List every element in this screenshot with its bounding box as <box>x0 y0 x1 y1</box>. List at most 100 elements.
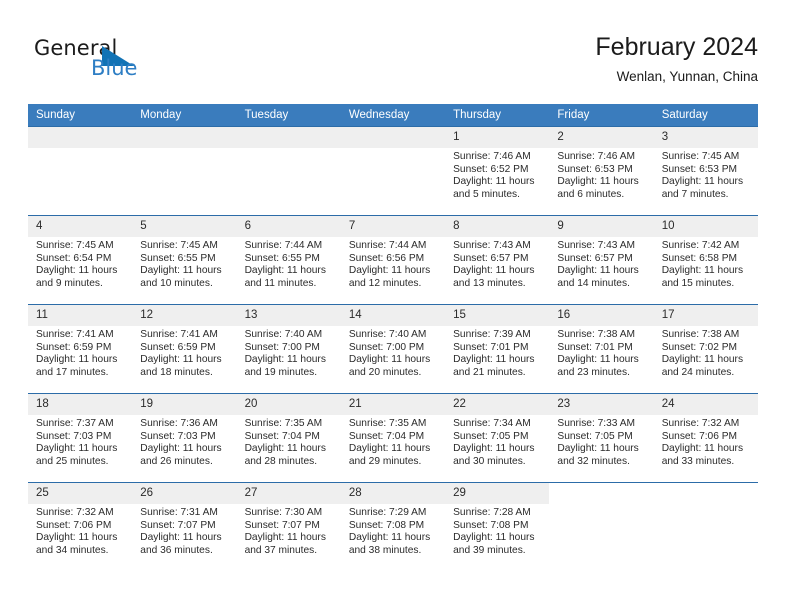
calendar-day-cell[interactable]: 5 Sunrise: 7:45 AM Sunset: 6:55 PM Daylight… <box>132 215 237 305</box>
sunrise-text: Sunrise: 7:32 AM <box>36 507 114 518</box>
brand-logo[interactable]: General Blue <box>34 36 174 86</box>
sunset-text: Sunset: 7:07 PM <box>244 519 320 531</box>
sunrise-text: Sunrise: 7:39 AM <box>453 329 531 340</box>
day-sun-info: Sunrise: 7:32 AM Sunset: 7:06 PM Daylight:… <box>28 504 132 557</box>
daylight-text: Daylight: 11 hours <box>348 354 431 366</box>
calendar-day-cell[interactable]: 26 Sunrise: 7:31 AM Sunset: 7:07 PM Dayligh… <box>132 482 237 571</box>
calendar-day-cell[interactable]: 28 Sunrise: 7:29 AM Sunset: 7:08 PM Dayligh… <box>340 482 446 571</box>
calendar-page: General Blue February 2024 Wenlan, Yunna… <box>0 0 792 612</box>
daylight-text: and 15 minutes. <box>661 277 735 289</box>
calendar-day-cell[interactable]: 2 Sunrise: 7:46 AM Sunset: 6:53 PM Daylight… <box>549 126 654 216</box>
daylight-text: and 11 minutes. <box>244 277 317 289</box>
daylight-text: Daylight: 11 hours <box>557 354 639 366</box>
sunset-text: Sunset: 7:05 PM <box>557 430 633 442</box>
sunset-text: Sunset: 7:01 PM <box>453 341 529 353</box>
calendar-day-cell[interactable]: 7 Sunrise: 7:44 AM Sunset: 6:56 PM Daylight… <box>340 215 446 305</box>
daylight-text: Daylight: 11 hours <box>661 176 744 188</box>
calendar-day-cell[interactable]: 24 Sunrise: 7:32 AM Sunset: 7:06 PM Dayligh… <box>653 393 758 483</box>
daylight-text: and 6 minutes. <box>557 188 625 200</box>
calendar-day-cell[interactable]: 4 Sunrise: 7:45 AM Sunset: 6:54 PM Daylight… <box>28 215 133 305</box>
calendar-day-cell[interactable]: 9 Sunrise: 7:43 AM Sunset: 6:57 PM Daylight… <box>549 215 654 305</box>
calendar-day-cell[interactable]: 13 Sunrise: 7:40 AM Sunset: 7:00 PM Dayligh… <box>236 304 341 394</box>
sunrise-text: Sunrise: 7:43 AM <box>453 240 531 251</box>
daylight-text: Daylight: 11 hours <box>244 354 326 366</box>
calendar-day-cell[interactable]: 22 Sunrise: 7:34 AM Sunset: 7:05 PM Dayligh… <box>445 393 550 483</box>
day-number: 26 <box>132 483 237 504</box>
sunset-text: Sunset: 6:53 PM <box>661 163 738 175</box>
day-sun-info: Sunrise: 7:42 AM Sunset: 6:58 PM Daylight:… <box>654 237 758 290</box>
calendar-day-cell[interactable]: 16 Sunrise: 7:38 AM Sunset: 7:01 PM Dayligh… <box>549 304 654 394</box>
sunrise-text: Sunrise: 7:38 AM <box>661 329 740 340</box>
sunset-text: Sunset: 7:08 PM <box>348 519 425 531</box>
daylight-text: Daylight: 11 hours <box>348 532 431 544</box>
sunrise-text: Sunrise: 7:34 AM <box>453 418 531 429</box>
daylight-text: Daylight: 11 hours <box>348 265 431 277</box>
sunset-text: Sunset: 6:59 PM <box>140 341 216 353</box>
calendar-day-cell[interactable]: 20 Sunrise: 7:35 AM Sunset: 7:04 PM Dayligh… <box>236 393 341 483</box>
sunrise-text: Sunrise: 7:30 AM <box>244 507 323 518</box>
calendar-day-cell[interactable]: 10 Sunrise: 7:42 AM Sunset: 6:58 PM Dayligh… <box>653 215 758 305</box>
daylight-text: and 29 minutes. <box>348 455 422 467</box>
calendar-day-cell[interactable]: 11 Sunrise: 7:41 AM Sunset: 6:59 PM Dayligh… <box>28 304 133 394</box>
day-sun-info: Sunrise: 7:37 AM Sunset: 7:03 PM Daylight:… <box>28 415 132 468</box>
day-sun-info: Sunrise: 7:46 AM Sunset: 6:53 PM Daylight:… <box>549 148 653 201</box>
weekday-header-tuesday: Tuesday <box>236 104 341 127</box>
daylight-text: Daylight: 11 hours <box>36 354 118 366</box>
day-sun-info: Sunrise: 7:45 AM Sunset: 6:54 PM Daylight:… <box>28 237 132 290</box>
calendar-day-cell[interactable]: 18 Sunrise: 7:37 AM Sunset: 7:03 PM Dayligh… <box>28 393 133 483</box>
day-number: 18 <box>28 394 133 415</box>
sunset-text: Sunset: 7:04 PM <box>244 430 320 442</box>
day-number <box>132 127 237 148</box>
day-sun-info: Sunrise: 7:34 AM Sunset: 7:05 PM Daylight:… <box>445 415 549 468</box>
daylight-text: Daylight: 11 hours <box>453 354 535 366</box>
sunrise-text: Sunrise: 7:38 AM <box>557 329 635 340</box>
daylight-text: and 23 minutes. <box>557 366 630 378</box>
calendar-day-cell[interactable]: 14 Sunrise: 7:40 AM Sunset: 7:00 PM Dayligh… <box>340 304 446 394</box>
day-number <box>340 127 446 148</box>
day-sun-info: Sunrise: 7:40 AM Sunset: 7:00 PM Daylight:… <box>341 326 445 379</box>
calendar-day-cell[interactable]: 23 Sunrise: 7:33 AM Sunset: 7:05 PM Dayligh… <box>549 393 654 483</box>
calendar-day-cell[interactable]: 21 Sunrise: 7:35 AM Sunset: 7:04 PM Dayligh… <box>340 393 446 483</box>
day-number: 13 <box>236 305 341 326</box>
calendar-cell-empty <box>236 126 341 216</box>
sunset-text: Sunset: 6:55 PM <box>244 252 320 264</box>
calendar-day-cell[interactable]: 25 Sunrise: 7:32 AM Sunset: 7:06 PM Dayligh… <box>28 482 133 571</box>
calendar-day-cell[interactable]: 3 Sunrise: 7:45 AM Sunset: 6:53 PM Daylight… <box>653 126 758 216</box>
calendar-day-cell[interactable]: 17 Sunrise: 7:38 AM Sunset: 7:02 PM Dayligh… <box>653 304 758 394</box>
calendar-day-cell[interactable]: 27 Sunrise: 7:30 AM Sunset: 7:07 PM Dayligh… <box>236 482 341 571</box>
sunset-text: Sunset: 6:52 PM <box>453 163 529 175</box>
daylight-text: Daylight: 11 hours <box>453 532 535 544</box>
daylight-text: and 12 minutes. <box>348 277 422 289</box>
day-sun-info: Sunrise: 7:32 AM Sunset: 7:06 PM Daylight:… <box>654 415 758 468</box>
daylight-text: Daylight: 11 hours <box>36 532 118 544</box>
sunrise-text: Sunrise: 7:29 AM <box>348 507 427 518</box>
calendar-day-cell[interactable]: 15 Sunrise: 7:39 AM Sunset: 7:01 PM Dayligh… <box>445 304 550 394</box>
daylight-text: Daylight: 11 hours <box>36 265 118 277</box>
sunrise-text: Sunrise: 7:28 AM <box>453 507 531 518</box>
calendar-day-cell[interactable]: 29 Sunrise: 7:28 AM Sunset: 7:08 PM Dayligh… <box>445 482 550 571</box>
daylight-text: and 34 minutes. <box>36 544 109 556</box>
daylight-text: and 33 minutes. <box>661 455 735 467</box>
daylight-text: and 39 minutes. <box>453 544 526 556</box>
daylight-text: and 21 minutes. <box>453 366 526 378</box>
day-sun-info: Sunrise: 7:38 AM Sunset: 7:02 PM Daylight:… <box>654 326 758 379</box>
day-number: 28 <box>340 483 446 504</box>
daylight-text: Daylight: 11 hours <box>661 265 744 277</box>
sunrise-text: Sunrise: 7:43 AM <box>557 240 635 251</box>
sunrise-text: Sunrise: 7:44 AM <box>244 240 323 251</box>
daylight-text: and 14 minutes. <box>557 277 630 289</box>
calendar-day-cell[interactable]: 19 Sunrise: 7:36 AM Sunset: 7:03 PM Dayligh… <box>132 393 237 483</box>
day-number: 14 <box>340 305 446 326</box>
daylight-text: and 26 minutes. <box>140 455 213 467</box>
calendar-week-row: 11 Sunrise: 7:41 AM Sunset: 6:59 PM Dayligh… <box>28 304 758 394</box>
daylight-text: and 30 minutes. <box>453 455 526 467</box>
calendar-day-cell[interactable]: 1 Sunrise: 7:46 AM Sunset: 6:52 PM Daylight… <box>445 126 550 216</box>
calendar-body: 1 Sunrise: 7:46 AM Sunset: 6:52 PM Daylight… <box>28 126 758 571</box>
sunset-text: Sunset: 7:05 PM <box>453 430 529 442</box>
day-sun-info: Sunrise: 7:44 AM Sunset: 6:55 PM Daylight:… <box>237 237 341 290</box>
calendar-day-cell[interactable]: 6 Sunrise: 7:44 AM Sunset: 6:55 PM Daylight… <box>236 215 341 305</box>
calendar-day-cell[interactable]: 12 Sunrise: 7:41 AM Sunset: 6:59 PM Dayligh… <box>132 304 237 394</box>
calendar-day-cell[interactable]: 8 Sunrise: 7:43 AM Sunset: 6:57 PM Daylight… <box>445 215 550 305</box>
sunset-text: Sunset: 6:53 PM <box>557 163 633 175</box>
daylight-text: Daylight: 11 hours <box>244 265 326 277</box>
